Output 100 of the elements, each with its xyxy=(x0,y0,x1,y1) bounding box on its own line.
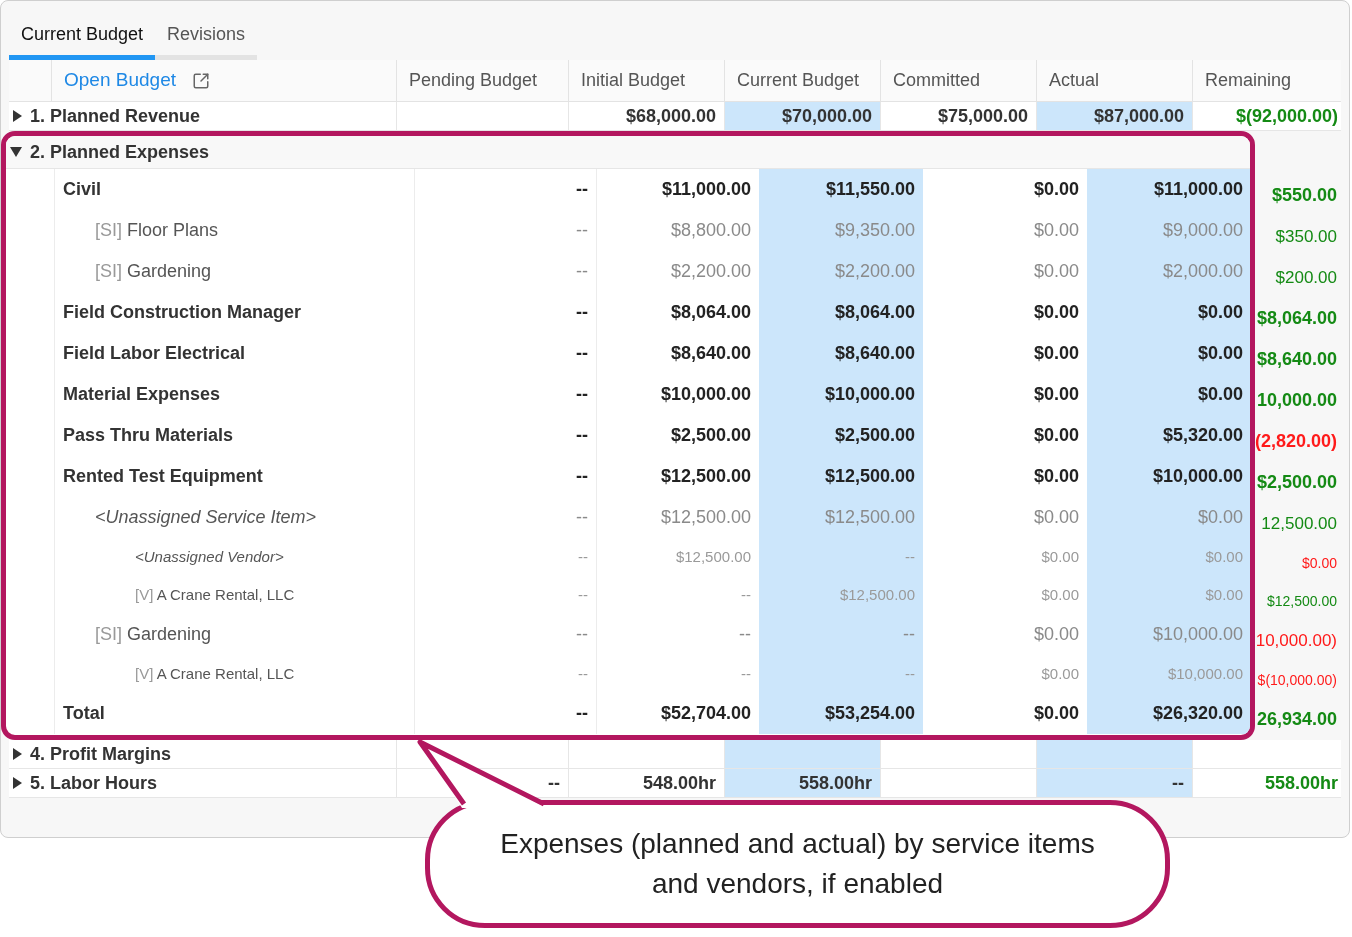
table-cell-text: $0.00 xyxy=(1032,506,1080,529)
column-header[interactable]: Actual xyxy=(1049,67,1100,94)
group-label: 5. Labor Hours xyxy=(30,771,158,795)
table-cell: $11,000.00 xyxy=(1087,169,1250,210)
table-cell-text: $0.00 xyxy=(1032,342,1080,365)
table-cell-text: -- xyxy=(740,584,752,605)
table-cell: $8,640.00 xyxy=(759,333,923,374)
table-cell: $2,200.00 xyxy=(759,251,923,292)
table-cell-text: $0.00 xyxy=(1032,219,1080,242)
table-cell-text: $0.00 xyxy=(1032,424,1080,447)
remaining-value: 10,000.00) xyxy=(1255,629,1337,652)
table-cell: $26,320.00 xyxy=(1087,693,1250,734)
table-cell: -- xyxy=(759,655,923,693)
table-cell: -- xyxy=(415,333,597,374)
table-cell-text: $8,064.00 xyxy=(669,301,752,324)
table-cell-text: $0.00 xyxy=(1040,546,1080,567)
table-cell: $2,000.00 xyxy=(1087,251,1250,292)
caret-right-icon[interactable] xyxy=(13,110,22,122)
remaining-value: 10,000.00 xyxy=(1256,389,1337,412)
column-header[interactable]: Remaining xyxy=(1205,67,1292,94)
remaining-value: $12,500.00 xyxy=(1266,591,1337,611)
table-cell-text: $0.00 xyxy=(1032,301,1080,324)
external-link-icon[interactable] xyxy=(192,71,210,90)
table-cell: $0.00 xyxy=(1087,497,1250,538)
remaining-value: $8,064.00 xyxy=(1256,307,1337,330)
table-cell-text: $52,704.00 xyxy=(659,702,752,725)
table-cell: -- xyxy=(415,655,597,693)
table-cell-text: $2,200.00 xyxy=(669,260,752,283)
table-cell: $9,000.00 xyxy=(1087,210,1250,251)
table-cell: -- xyxy=(415,614,597,655)
table-cell: $9,350.00 xyxy=(759,210,923,251)
table-cell: -- xyxy=(759,614,923,655)
table-cell: -- xyxy=(415,169,597,210)
table-cell-text: $0.00 xyxy=(1040,663,1080,684)
table-cell-text: $0.00 xyxy=(1032,623,1080,646)
table-cell-text: $12,500.00 xyxy=(659,506,752,529)
table-cell: $10,000.00 xyxy=(759,374,923,415)
table-cell-text: $11,000.00 xyxy=(660,178,752,201)
column-header[interactable]: Committed xyxy=(893,67,981,94)
table-cell-text: $8,640.00 xyxy=(669,342,752,365)
table-cell-text: $10,000.00 xyxy=(659,383,752,406)
table-cell: -- xyxy=(759,538,923,576)
table-cell: $0.00 xyxy=(1087,538,1250,576)
table-cell: $0.00 xyxy=(1087,374,1250,415)
table-cell-text: $0.00 xyxy=(1032,178,1080,201)
caret-right-icon[interactable] xyxy=(13,748,22,760)
row-label: Civil xyxy=(63,178,101,201)
table-cell: $10,000.00 xyxy=(1087,456,1250,497)
table-cell: $53,254.00 xyxy=(759,693,923,734)
open-budget-link[interactable]: Open Budget xyxy=(64,66,176,95)
column-header[interactable]: Pending Budget xyxy=(409,67,538,94)
remaining-value: $550.00 xyxy=(1271,184,1337,207)
remaining-value: (2,820.00) xyxy=(1254,430,1337,453)
table-cell: $(92,000.00) xyxy=(1192,102,1346,130)
row-label: [SI] Gardening xyxy=(95,260,212,283)
group-label: 4. Profit Margins xyxy=(30,742,172,766)
row-label: Pass Thru Materials xyxy=(63,424,234,447)
table-cell: 558.00hr xyxy=(724,769,880,797)
table-cell: -- xyxy=(1036,769,1192,797)
table-cell: -- xyxy=(415,538,597,576)
table-cell-text: $2,500.00 xyxy=(669,424,752,447)
row-label: Field Labor Electrical xyxy=(63,342,246,365)
table-cell-text: $0.00 xyxy=(1032,465,1080,488)
table-cell-text: $0.00 xyxy=(1040,584,1080,605)
remaining-value: $200.00 xyxy=(1275,266,1337,289)
column-header[interactable]: Current Budget xyxy=(737,67,860,94)
table-cell-text: -- xyxy=(740,663,752,684)
row-label: Material Expenses xyxy=(63,383,221,406)
table-cell: $11,550.00 xyxy=(759,169,923,210)
row-label: [SI] Gardening xyxy=(95,623,212,646)
table-cell: $70,000.00 xyxy=(724,102,880,130)
column-header[interactable]: Initial Budget xyxy=(581,67,686,94)
table-cell: $12,500.00 xyxy=(759,497,923,538)
table-cell-text: $0.00 xyxy=(1032,383,1080,406)
remaining-value: 12,500.00 xyxy=(1261,512,1337,535)
table-cell-text: $12,500.00 xyxy=(659,465,752,488)
row-label: [SI] Floor Plans xyxy=(95,219,219,242)
table-cell: -- xyxy=(415,251,597,292)
row-label: Field Construction Manager xyxy=(63,301,302,324)
table-cell: -- xyxy=(415,576,597,614)
table-cell-text: $0.00 xyxy=(1032,260,1080,283)
row-label: <Unassigned Service Item> xyxy=(95,506,317,529)
remaining-value: $0.00 xyxy=(1301,553,1337,573)
remaining-value: $8,640.00 xyxy=(1256,348,1337,371)
table-cell: $0.00 xyxy=(1087,292,1250,333)
row-label: [V] A Crane Rental, LLC xyxy=(135,663,295,684)
caret-down-icon[interactable] xyxy=(10,147,22,157)
row-label: Rented Test Equipment xyxy=(63,465,263,488)
table-cell: -- xyxy=(415,374,597,415)
callout-text: Expenses (planned and actual) by service items and vendors, if enabled xyxy=(499,827,1096,901)
table-cell: $10,000.00 xyxy=(1087,655,1250,693)
caret-right-icon[interactable] xyxy=(13,777,22,789)
row-label: <Unassigned Vendor> xyxy=(135,546,284,567)
table-cell: $8,064.00 xyxy=(759,292,923,333)
table-cell: -- xyxy=(415,456,597,497)
table-cell: $10,000.00 xyxy=(1087,614,1250,655)
table-cell: $5,320.00 xyxy=(1087,415,1250,456)
table-cell-text: $8,800.00 xyxy=(669,219,752,242)
table-cell: $0.00 xyxy=(1087,333,1250,374)
table-cell-text: -- xyxy=(738,623,752,646)
